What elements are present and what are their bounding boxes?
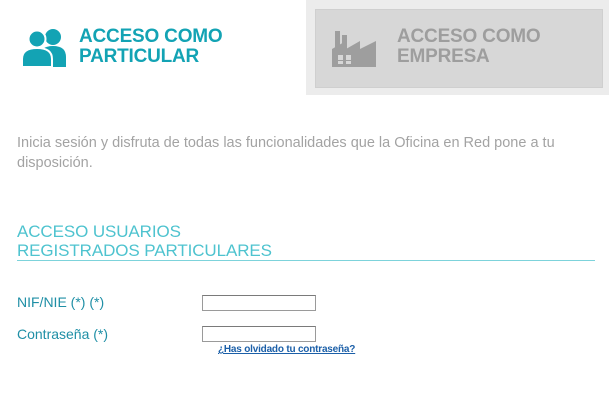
password-input[interactable] bbox=[202, 326, 316, 342]
section-title-line1: ACCESO USUARIOS bbox=[17, 222, 181, 241]
forgot-password-link[interactable]: ¿Has olvidado tu contraseña? bbox=[218, 344, 355, 355]
users-icon bbox=[21, 29, 66, 67]
tab-acceso-empresa[interactable]: ACCESO COMO EMPRESA bbox=[306, 0, 609, 95]
tab-acceso-particular[interactable]: ACCESO COMO PARTICULAR bbox=[0, 0, 306, 95]
tab-empresa-panel: ACCESO COMO EMPRESA bbox=[315, 9, 603, 88]
tab-particular-label-line1: ACCESO COMO bbox=[79, 26, 223, 47]
tab-particular-label-line2: PARTICULAR bbox=[79, 46, 200, 67]
nif-input[interactable] bbox=[202, 295, 316, 311]
section-title: ACCESO USUARIOS REGISTRADOS PARTICULARES bbox=[17, 222, 272, 260]
factory-icon bbox=[332, 31, 376, 67]
password-label: Contraseña (*) bbox=[17, 326, 109, 342]
section-divider bbox=[17, 260, 595, 261]
section-title-line2: REGISTRADOS PARTICULARES bbox=[17, 241, 272, 260]
tab-particular-label: ACCESO COMO PARTICULAR bbox=[79, 26, 223, 67]
tab-empresa-label-line1: ACCESO COMO bbox=[397, 26, 541, 47]
nif-label: NIF/NIE (*) (*) bbox=[17, 294, 105, 310]
intro-text: Inicia sesión y disfruta de todas las fu… bbox=[17, 135, 555, 171]
tab-empresa-label-line2: EMPRESA bbox=[397, 46, 490, 67]
tab-empresa-label: ACCESO COMO EMPRESA bbox=[397, 26, 541, 67]
